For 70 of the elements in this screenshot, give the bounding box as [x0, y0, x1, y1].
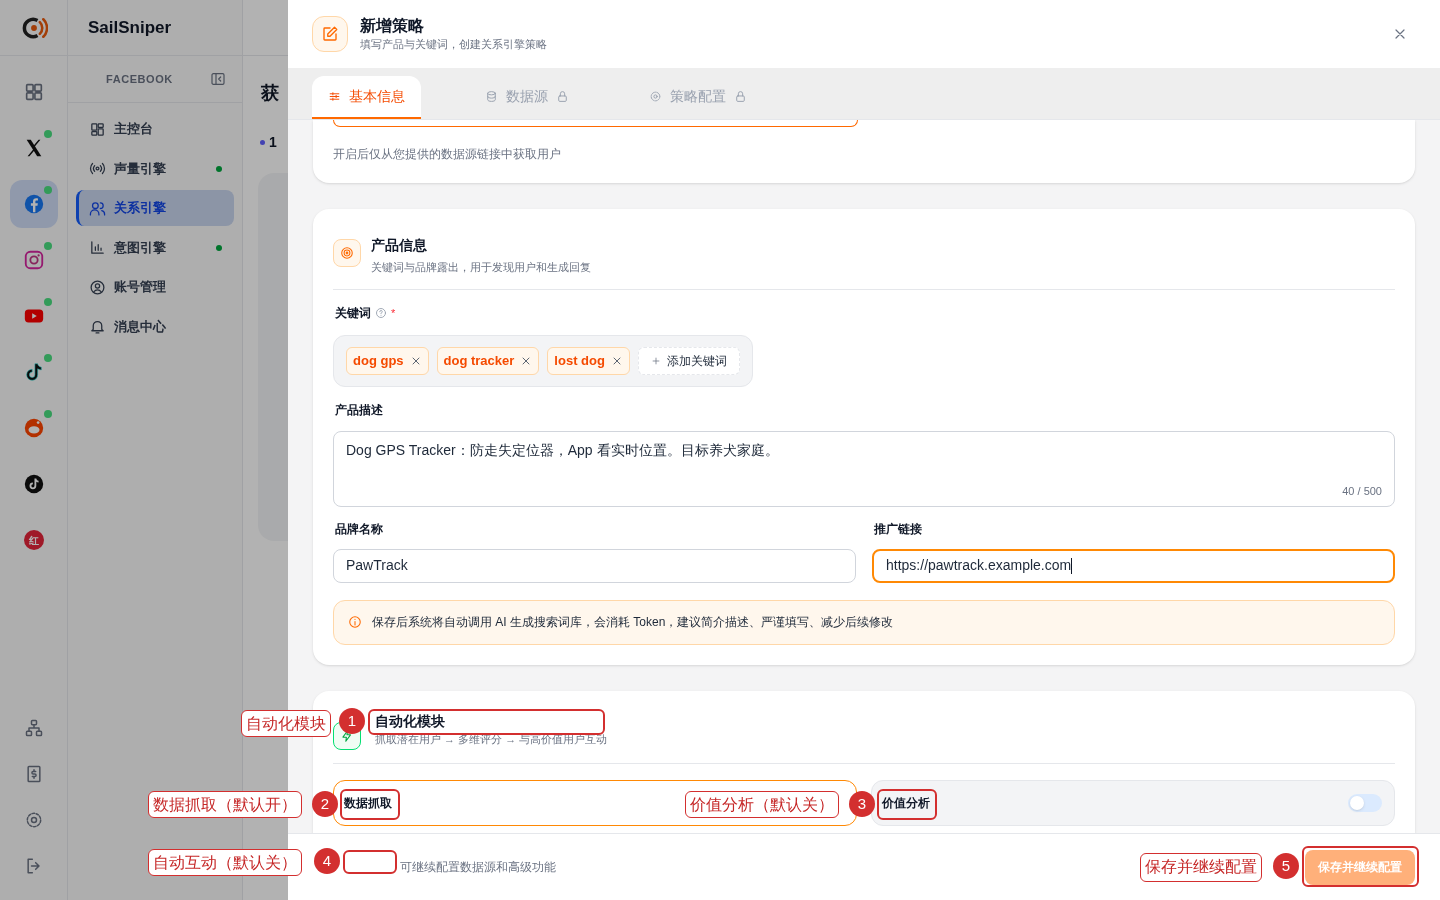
reddit-icon [22, 417, 45, 439]
field-label: 关键词 [335, 305, 371, 322]
character-count: 40 / 500 [1342, 484, 1382, 500]
dashboard-icon [89, 120, 106, 138]
annotation-outline [877, 789, 937, 820]
field-label: 产品描述 [334, 401, 384, 419]
bar-chart-icon [89, 239, 106, 256]
toggle-switch[interactable] [1348, 794, 1382, 812]
annotation-label: 自动互动（默认关） [148, 849, 302, 876]
nav-item[interactable]: 关系引擎 [76, 190, 234, 226]
annotation-label: 自动化模块 [241, 710, 331, 737]
text-caret [1071, 557, 1073, 574]
step-number: 1 [269, 133, 277, 152]
footer-hint: 可继续配置数据源和高级功能 [400, 859, 556, 876]
facebook-icon [22, 193, 45, 215]
module-label: 数据抓取 [344, 795, 392, 812]
annotation-outline [343, 850, 397, 874]
field-value: https://pawtrack.example.com [886, 556, 1072, 576]
sliders-icon [328, 90, 341, 103]
description-text: Dog GPS Tracker：防走失定位器，App 看实时位置。目标养犬家庭。 [346, 440, 780, 460]
info-icon [348, 615, 362, 630]
platform-button[interactable]: 红 [9, 516, 58, 564]
xiaohongshu-icon: 红 [23, 530, 44, 550]
keyword-text: dog gps [353, 352, 404, 371]
required-mark: * [391, 305, 396, 321]
keyword-text: dog tracker [443, 352, 515, 371]
keyword-text: lost dog [554, 352, 605, 371]
section-subtitle: 关键词与品牌露出，用于发现用户和生成回复 [371, 260, 591, 275]
user-circle-icon [89, 278, 106, 296]
tab[interactable]: 基本信息 [312, 76, 421, 119]
annotation-label: 价值分析（默认关） [685, 791, 839, 818]
field-value: PawTrack [346, 556, 408, 576]
annotation-label: 保存并继续配置 [1140, 853, 1262, 882]
keyword-field[interactable]: dog gps dog tracker lost dog 添加关键词 [333, 335, 753, 387]
broadcast-icon [89, 160, 106, 177]
nav-item[interactable]: 消息中心 [76, 308, 234, 345]
section-title: 产品信息 [371, 236, 428, 255]
section-header: FACEBOOK [106, 71, 174, 87]
text-field[interactable]: https://pawtrack.example.com [872, 548, 1395, 583]
sitemap-icon [23, 718, 44, 738]
source-hint: 开启后仅从您提供的数据源链接中获取用户 [333, 146, 562, 163]
section-title: 自动化模块 [375, 712, 445, 731]
tiktok-icon [22, 473, 45, 495]
plus-icon [650, 355, 661, 366]
brand-name: SailSniper [88, 16, 172, 39]
description-field[interactable]: Dog GPS Tracker：防走失定位器，App 看实时位置。目标养犬家庭。 40 / 500 [333, 430, 1395, 507]
nav-item[interactable]: 主控台 [76, 111, 234, 147]
text-field[interactable]: PawTrack [333, 548, 856, 583]
drawer-title: 新增策略 [360, 16, 425, 36]
users-icon [89, 199, 106, 217]
nav-item[interactable]: 声量引擎 [76, 150, 234, 187]
annotation-label: 数据抓取（默认开） [148, 791, 302, 818]
nav-item[interactable]: 意图引擎 [76, 229, 234, 266]
field-label: 推广链接 [873, 520, 923, 538]
annotation-outline [340, 789, 400, 820]
instagram-icon [22, 249, 45, 271]
bell-icon [89, 318, 106, 335]
help-icon [375, 307, 387, 319]
edit-icon [321, 25, 339, 43]
page-title: 获 [261, 83, 279, 103]
module-label: 价值分析 [882, 795, 930, 812]
settings-icon [649, 90, 662, 103]
field-label: 品牌名称 [334, 520, 384, 538]
add-keyword-button[interactable]: 添加关键词 [637, 346, 740, 375]
drawer-subtitle: 填写产品与关键词，创建关系引擎策略 [360, 37, 548, 52]
database-icon [485, 90, 498, 103]
target-icon [340, 246, 354, 260]
nav-item[interactable]: 账号管理 [76, 269, 234, 305]
collapse-icon [210, 71, 226, 87]
notice-text: 保存后系统将自动调用 AI 生成搜索词库，会消耗 Token，建议简介描述、严谨填写、减少后续修改 [372, 614, 894, 632]
